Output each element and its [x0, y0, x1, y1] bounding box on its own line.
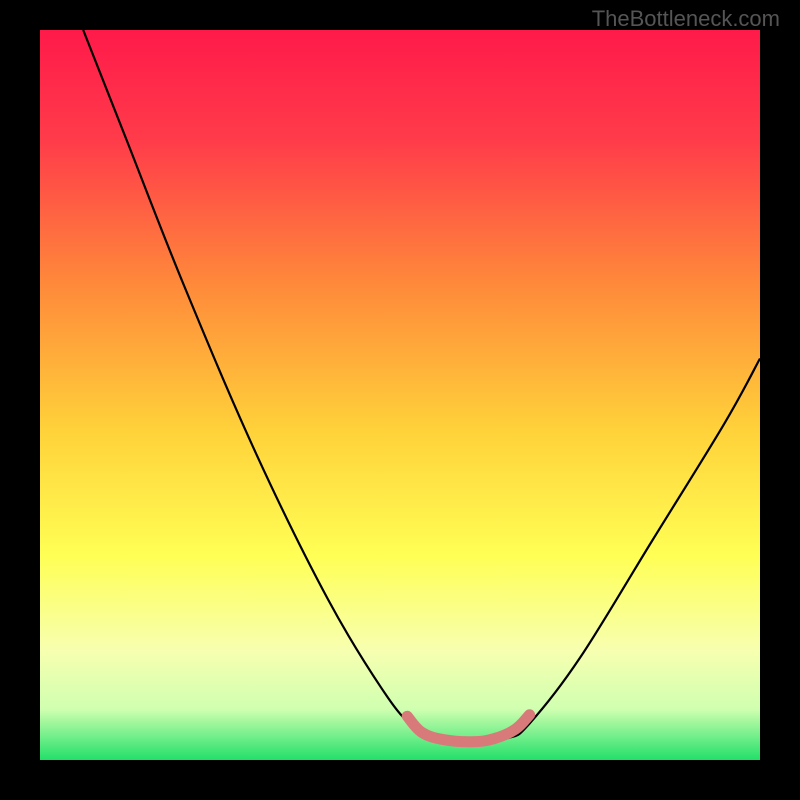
watermark-text: TheBottleneck.com [592, 6, 780, 32]
chart-svg [40, 30, 760, 760]
plot-area [40, 30, 760, 760]
gradient-background [40, 30, 760, 760]
chart-container: TheBottleneck.com [0, 0, 800, 800]
